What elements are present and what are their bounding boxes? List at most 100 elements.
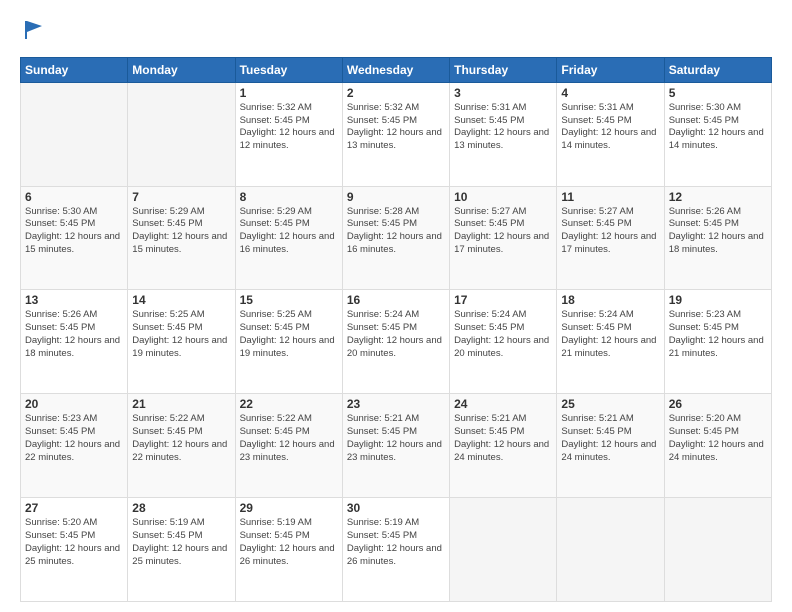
day-info: Sunrise: 5:20 AM Sunset: 5:45 PM Dayligh… <box>25 517 123 568</box>
day-info: Sunrise: 5:21 AM Sunset: 5:45 PM Dayligh… <box>454 413 552 464</box>
calendar-week-row: 27 Sunrise: 5:20 AM Sunset: 5:45 PM Dayli… <box>21 498 772 602</box>
weekday-header-cell: Tuesday <box>235 57 342 82</box>
day-number: 18 <box>561 293 659 307</box>
calendar-day-cell <box>21 82 128 186</box>
calendar-day-cell <box>664 498 771 602</box>
day-number: 17 <box>454 293 552 307</box>
day-number: 6 <box>25 190 123 204</box>
calendar-day-cell <box>557 498 664 602</box>
day-info: Sunrise: 5:24 AM Sunset: 5:45 PM Dayligh… <box>561 309 659 360</box>
day-info: Sunrise: 5:19 AM Sunset: 5:45 PM Dayligh… <box>347 517 445 568</box>
day-info: Sunrise: 5:24 AM Sunset: 5:45 PM Dayligh… <box>347 309 445 360</box>
day-info: Sunrise: 5:25 AM Sunset: 5:45 PM Dayligh… <box>132 309 230 360</box>
calendar-day-cell: 15 Sunrise: 5:25 AM Sunset: 5:45 PM Dayli… <box>235 290 342 394</box>
calendar-day-cell <box>128 82 235 186</box>
day-number: 16 <box>347 293 445 307</box>
day-info: Sunrise: 5:22 AM Sunset: 5:45 PM Dayligh… <box>132 413 230 464</box>
weekday-header-cell: Monday <box>128 57 235 82</box>
day-info: Sunrise: 5:32 AM Sunset: 5:45 PM Dayligh… <box>240 102 338 153</box>
weekday-header-cell: Friday <box>557 57 664 82</box>
day-info: Sunrise: 5:19 AM Sunset: 5:45 PM Dayligh… <box>240 517 338 568</box>
header <box>20 18 772 47</box>
day-info: Sunrise: 5:29 AM Sunset: 5:45 PM Dayligh… <box>240 206 338 257</box>
day-number: 13 <box>25 293 123 307</box>
calendar-day-cell: 26 Sunrise: 5:20 AM Sunset: 5:45 PM Dayli… <box>664 394 771 498</box>
day-number: 4 <box>561 86 659 100</box>
day-info: Sunrise: 5:30 AM Sunset: 5:45 PM Dayligh… <box>25 206 123 257</box>
calendar-day-cell: 7 Sunrise: 5:29 AM Sunset: 5:45 PM Daylig… <box>128 186 235 290</box>
calendar-day-cell: 3 Sunrise: 5:31 AM Sunset: 5:45 PM Daylig… <box>450 82 557 186</box>
calendar-day-cell: 18 Sunrise: 5:24 AM Sunset: 5:45 PM Dayli… <box>557 290 664 394</box>
calendar-day-cell: 4 Sunrise: 5:31 AM Sunset: 5:45 PM Daylig… <box>557 82 664 186</box>
calendar-week-row: 20 Sunrise: 5:23 AM Sunset: 5:45 PM Dayli… <box>21 394 772 498</box>
day-info: Sunrise: 5:31 AM Sunset: 5:45 PM Dayligh… <box>454 102 552 153</box>
calendar-day-cell: 10 Sunrise: 5:27 AM Sunset: 5:45 PM Dayli… <box>450 186 557 290</box>
day-number: 20 <box>25 397 123 411</box>
day-info: Sunrise: 5:27 AM Sunset: 5:45 PM Dayligh… <box>454 206 552 257</box>
logo <box>20 18 46 47</box>
calendar-day-cell: 2Sunrise: 5:32 AM Sunset: 5:45 PM Daylig… <box>342 82 449 186</box>
calendar-day-cell: 25 Sunrise: 5:21 AM Sunset: 5:45 PM Dayli… <box>557 394 664 498</box>
calendar-day-cell: 17 Sunrise: 5:24 AM Sunset: 5:45 PM Dayli… <box>450 290 557 394</box>
calendar-day-cell: 12 Sunrise: 5:26 AM Sunset: 5:45 PM Dayli… <box>664 186 771 290</box>
day-info: Sunrise: 5:30 AM Sunset: 5:45 PM Dayligh… <box>669 102 767 153</box>
calendar-day-cell: 6 Sunrise: 5:30 AM Sunset: 5:45 PM Daylig… <box>21 186 128 290</box>
page: SundayMondayTuesdayWednesdayThursdayFrid… <box>0 0 792 612</box>
calendar-day-cell: 5 Sunrise: 5:30 AM Sunset: 5:45 PM Daylig… <box>664 82 771 186</box>
day-info: Sunrise: 5:21 AM Sunset: 5:45 PM Dayligh… <box>561 413 659 464</box>
day-info: Sunrise: 5:29 AM Sunset: 5:45 PM Dayligh… <box>132 206 230 257</box>
day-number: 5 <box>669 86 767 100</box>
day-info: Sunrise: 5:27 AM Sunset: 5:45 PM Dayligh… <box>561 206 659 257</box>
day-info: Sunrise: 5:31 AM Sunset: 5:45 PM Dayligh… <box>561 102 659 153</box>
day-number: 9 <box>347 190 445 204</box>
day-number: 14 <box>132 293 230 307</box>
weekday-header-cell: Wednesday <box>342 57 449 82</box>
calendar-day-cell: 11 Sunrise: 5:27 AM Sunset: 5:45 PM Dayli… <box>557 186 664 290</box>
day-info: Sunrise: 5:20 AM Sunset: 5:45 PM Dayligh… <box>669 413 767 464</box>
calendar-day-cell: 1 Sunrise: 5:32 AM Sunset: 5:45 PM Daylig… <box>235 82 342 186</box>
day-number: 10 <box>454 190 552 204</box>
day-number: 23 <box>347 397 445 411</box>
day-number: 1 <box>240 86 338 100</box>
calendar-day-cell: 9 Sunrise: 5:28 AM Sunset: 5:45 PM Daylig… <box>342 186 449 290</box>
day-number: 28 <box>132 501 230 515</box>
day-info: Sunrise: 5:25 AM Sunset: 5:45 PM Dayligh… <box>240 309 338 360</box>
calendar-day-cell: 30 Sunrise: 5:19 AM Sunset: 5:45 PM Dayli… <box>342 498 449 602</box>
calendar-day-cell: 29Sunrise: 5:19 AM Sunset: 5:45 PM Dayli… <box>235 498 342 602</box>
calendar-day-cell: 21 Sunrise: 5:22 AM Sunset: 5:45 PM Dayli… <box>128 394 235 498</box>
calendar-day-cell: 19Sunrise: 5:23 AM Sunset: 5:45 PM Dayli… <box>664 290 771 394</box>
calendar-day-cell: 20 Sunrise: 5:23 AM Sunset: 5:45 PM Dayli… <box>21 394 128 498</box>
day-info: Sunrise: 5:24 AM Sunset: 5:45 PM Dayligh… <box>454 309 552 360</box>
day-number: 11 <box>561 190 659 204</box>
logo-flag-icon <box>22 18 46 42</box>
day-info: Sunrise: 5:23 AM Sunset: 5:45 PM Dayligh… <box>25 413 123 464</box>
day-info: Sunrise: 5:23 AM Sunset: 5:45 PM Dayligh… <box>669 309 767 360</box>
calendar-day-cell: 27 Sunrise: 5:20 AM Sunset: 5:45 PM Dayli… <box>21 498 128 602</box>
day-info: Sunrise: 5:32 AM Sunset: 5:45 PM Dayligh… <box>347 102 445 153</box>
day-info: Sunrise: 5:22 AM Sunset: 5:45 PM Dayligh… <box>240 413 338 464</box>
day-number: 8 <box>240 190 338 204</box>
day-info: Sunrise: 5:26 AM Sunset: 5:45 PM Dayligh… <box>25 309 123 360</box>
day-number: 30 <box>347 501 445 515</box>
day-info: Sunrise: 5:26 AM Sunset: 5:45 PM Dayligh… <box>669 206 767 257</box>
day-number: 12 <box>669 190 767 204</box>
day-number: 26 <box>669 397 767 411</box>
day-number: 25 <box>561 397 659 411</box>
day-info: Sunrise: 5:28 AM Sunset: 5:45 PM Dayligh… <box>347 206 445 257</box>
calendar-day-cell: 22Sunrise: 5:22 AM Sunset: 5:45 PM Dayli… <box>235 394 342 498</box>
day-number: 21 <box>132 397 230 411</box>
calendar-day-cell: 16 Sunrise: 5:24 AM Sunset: 5:45 PM Dayli… <box>342 290 449 394</box>
calendar-week-row: 6 Sunrise: 5:30 AM Sunset: 5:45 PM Daylig… <box>21 186 772 290</box>
calendar-day-cell: 28Sunrise: 5:19 AM Sunset: 5:45 PM Dayli… <box>128 498 235 602</box>
day-number: 7 <box>132 190 230 204</box>
day-number: 3 <box>454 86 552 100</box>
calendar-day-cell: 13 Sunrise: 5:26 AM Sunset: 5:45 PM Dayli… <box>21 290 128 394</box>
calendar-table: SundayMondayTuesdayWednesdayThursdayFrid… <box>20 57 772 602</box>
day-number: 27 <box>25 501 123 515</box>
day-number: 15 <box>240 293 338 307</box>
calendar-day-cell: 8 Sunrise: 5:29 AM Sunset: 5:45 PM Daylig… <box>235 186 342 290</box>
weekday-header-cell: Saturday <box>664 57 771 82</box>
logo-text <box>20 18 46 47</box>
calendar-day-cell <box>450 498 557 602</box>
calendar-day-cell: 23Sunrise: 5:21 AM Sunset: 5:45 PM Dayli… <box>342 394 449 498</box>
